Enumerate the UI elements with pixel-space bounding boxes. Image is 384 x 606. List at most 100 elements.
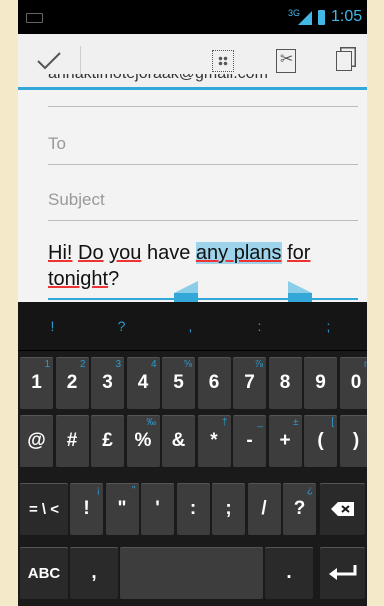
selected-text[interactable]: any bbox=[195, 242, 229, 264]
key-3[interactable]: 44 bbox=[126, 357, 160, 409]
key-1[interactable]: 22 bbox=[55, 357, 89, 409]
select-all-icon bbox=[212, 49, 234, 72]
divider bbox=[80, 46, 81, 76]
check-icon bbox=[37, 51, 61, 69]
backspace-icon bbox=[330, 502, 354, 516]
key-symbol[interactable]: ! ¡ bbox=[70, 483, 103, 535]
status-bar: 3G 1:05 bbox=[18, 0, 367, 34]
more-symbols-key[interactable]: = \ < bbox=[20, 483, 68, 535]
key-symbol[interactable]: * † bbox=[197, 415, 231, 467]
key-label: ' bbox=[155, 498, 160, 519]
suggestion-item[interactable]: ; bbox=[294, 302, 363, 350]
abc-key[interactable]: ABC bbox=[20, 547, 68, 599]
comma-key[interactable]: , bbox=[70, 547, 118, 599]
body-word: for bbox=[287, 242, 311, 264]
key-symbol[interactable]: ([ bbox=[304, 415, 337, 467]
key-symbol[interactable]: % ‰ bbox=[126, 415, 160, 467]
signal-icon bbox=[298, 11, 312, 25]
key-symbol[interactable]: )] bbox=[339, 415, 367, 467]
key-hint: ⅞ bbox=[254, 359, 263, 370]
suggestion-item[interactable]: ? bbox=[87, 302, 156, 350]
key-label: " bbox=[117, 498, 127, 519]
key-label: 1 bbox=[31, 372, 42, 393]
battery-icon bbox=[318, 10, 325, 25]
key-label: = \ < bbox=[28, 500, 60, 518]
key-symbol[interactable]: : bbox=[176, 483, 210, 535]
suggestion-strip: !?,:; bbox=[18, 302, 367, 351]
key-label: 8 bbox=[279, 372, 291, 393]
from-field[interactable]: annaktimotejoraak@gmail.com bbox=[48, 74, 358, 107]
key-label: £ bbox=[102, 430, 113, 451]
key-symbol[interactable]: ; bbox=[212, 483, 245, 535]
key-label: / bbox=[261, 498, 267, 519]
key-hint: † bbox=[221, 417, 228, 428]
key-8[interactable]: 9 bbox=[304, 357, 337, 409]
key-label: ? bbox=[293, 498, 306, 519]
selected-text[interactable]: plans bbox=[233, 242, 282, 264]
key-label: + bbox=[279, 430, 291, 451]
key-symbol[interactable]: £ bbox=[91, 415, 124, 467]
key-6[interactable]: 7⅞ bbox=[233, 357, 266, 409]
key-5[interactable]: 6 bbox=[197, 357, 231, 409]
key-hint: [ bbox=[331, 417, 334, 428]
key-symbol[interactable]: @ bbox=[20, 415, 53, 467]
key-label: # bbox=[66, 430, 78, 451]
from-value: annaktimotejoraak@gmail.com bbox=[48, 74, 268, 82]
key-label: * bbox=[210, 430, 218, 451]
key-label: : bbox=[189, 498, 197, 519]
enter-key[interactable] bbox=[320, 547, 365, 599]
key-7[interactable]: 8 bbox=[268, 357, 302, 409]
key-hint: " bbox=[131, 485, 136, 496]
suggestion-item[interactable]: : bbox=[225, 302, 294, 350]
key-symbol[interactable]: & bbox=[162, 415, 195, 467]
subject-field[interactable]: Subject bbox=[48, 180, 358, 221]
key-0[interactable]: 11 bbox=[20, 357, 53, 409]
key-label: 9 bbox=[315, 372, 326, 393]
key-label: % bbox=[134, 430, 152, 451]
key-label: & bbox=[171, 430, 186, 451]
key-label: 4 bbox=[137, 372, 149, 393]
key-symbol[interactable]: + ± bbox=[268, 415, 302, 467]
key-hint: _ bbox=[257, 417, 263, 428]
key-label: . bbox=[286, 562, 292, 583]
key-symbol[interactable]: - _ bbox=[233, 415, 266, 467]
suggestion-item[interactable]: ! bbox=[18, 302, 87, 350]
backspace-key[interactable] bbox=[320, 483, 365, 535]
key-hint: ¿ bbox=[306, 485, 313, 496]
key-symbol[interactable]: ' bbox=[141, 483, 174, 535]
key-symbol[interactable]: ? ¿ bbox=[283, 483, 316, 535]
key-hint: 3 bbox=[115, 359, 121, 370]
body-word: have bbox=[146, 242, 191, 264]
key-label: 2 bbox=[66, 372, 78, 393]
key-symbol[interactable]: " " bbox=[105, 483, 139, 535]
key-label: ! bbox=[83, 498, 90, 519]
key-hint: 4 bbox=[150, 359, 157, 370]
body-word: you bbox=[109, 242, 142, 264]
key-label: ABC bbox=[27, 564, 61, 582]
key-symbol[interactable]: / bbox=[247, 483, 281, 535]
key-9[interactable]: 0n bbox=[339, 357, 367, 409]
enter-icon bbox=[328, 565, 356, 580]
copy-icon bbox=[336, 50, 352, 71]
body-punct: ? bbox=[108, 268, 120, 290]
key-hint: ⅝ bbox=[183, 359, 192, 370]
key-hint: ± bbox=[293, 417, 299, 428]
body-word: Hi! bbox=[48, 242, 73, 264]
body-word: Do bbox=[78, 242, 104, 264]
key-label: ; bbox=[225, 498, 232, 519]
key-symbol[interactable]: # bbox=[55, 415, 89, 467]
cut-icon: ✂ bbox=[276, 48, 296, 73]
key-label: 5 bbox=[173, 372, 184, 393]
key-label: 6 bbox=[208, 372, 220, 393]
key-4[interactable]: 5⅝ bbox=[162, 357, 195, 409]
period-key[interactable]: . bbox=[265, 547, 313, 599]
key-label: 3 bbox=[102, 372, 113, 393]
space-key[interactable] bbox=[120, 547, 263, 599]
to-field[interactable]: To bbox=[48, 124, 358, 165]
key-2[interactable]: 33 bbox=[91, 357, 124, 409]
key-label: 0 bbox=[350, 372, 362, 393]
phone-screen: 3G 1:05 ✂ annaktimotejoraak@gmail.com To… bbox=[18, 0, 367, 606]
suggestion-item[interactable]: , bbox=[156, 302, 225, 350]
clock: 1:05 bbox=[331, 8, 363, 25]
soft-keyboard: !?,:; 112233445⅝67⅞890n@#£%‰&*†-_+±([)]=… bbox=[18, 302, 367, 606]
